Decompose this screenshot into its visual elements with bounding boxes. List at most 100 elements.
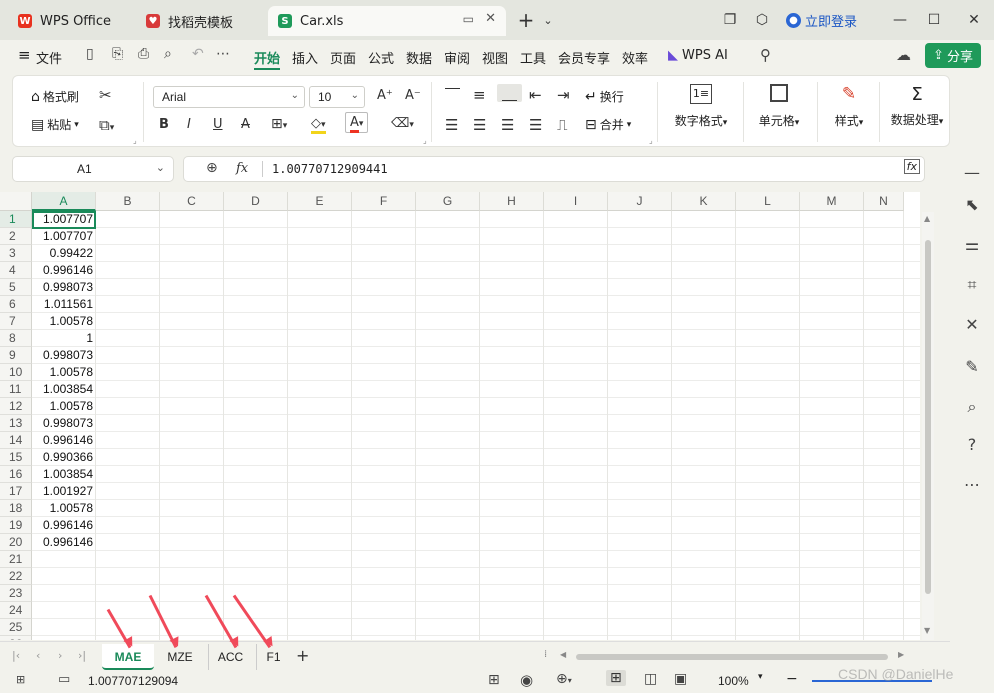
column-header-n[interactable]: N <box>864 192 904 211</box>
hamburger-icon[interactable]: ≡ <box>18 46 31 64</box>
column-header-d[interactable]: D <box>224 192 288 211</box>
share-button[interactable]: ⇪ 分享 <box>925 43 981 68</box>
row-header[interactable]: 25 <box>0 619 32 636</box>
help-icon[interactable]: ? <box>962 435 982 454</box>
cell-a16[interactable]: 1.003854 <box>32 466 96 483</box>
row-header[interactable]: 3 <box>0 245 32 262</box>
status-cell-icon[interactable]: ▭ <box>58 672 70 687</box>
cell-button[interactable]: 单元格▾ <box>751 84 807 129</box>
cell-a15[interactable]: 0.990366 <box>32 449 96 466</box>
fill-color-icon[interactable]: ◇▾ <box>311 116 326 134</box>
border-icon[interactable]: ⊞▾ <box>271 116 287 132</box>
column-header-e[interactable]: E <box>288 192 352 211</box>
page-break-icon[interactable]: ▣ <box>674 671 687 687</box>
align-top-icon[interactable]: ⎺ <box>445 86 460 104</box>
tab-wps-office[interactable]: W WPS Office <box>8 6 126 36</box>
print-icon[interactable]: ⎙ <box>138 46 149 62</box>
cell-a18[interactable]: 1.00578 <box>32 500 96 517</box>
clear-format-icon[interactable]: ⌫▾ <box>391 116 414 131</box>
close-tab-icon[interactable]: ✕ <box>485 11 496 26</box>
tab-car-xls[interactable]: S Car.xls ▭ ✕ <box>268 6 506 36</box>
maximize-icon[interactable]: ☐ <box>922 8 946 32</box>
row-header[interactable]: 17 <box>0 483 32 500</box>
indent-decrease-icon[interactable]: ⇤ <box>529 86 542 104</box>
cell-a6[interactable]: 1.011561 <box>32 296 96 313</box>
row-header[interactable]: 6 <box>0 296 32 313</box>
row-header[interactable]: 4 <box>0 262 32 279</box>
row-header[interactable]: 23 <box>0 585 32 602</box>
row-header[interactable]: 18 <box>0 500 32 517</box>
scroll-left-icon[interactable]: ◀ <box>560 650 566 659</box>
table-icon[interactable]: ⊞ <box>488 672 500 688</box>
distributed-icon[interactable]: ⎍ <box>557 116 568 134</box>
row-header[interactable]: 19 <box>0 517 32 534</box>
dialog-launcher-icon[interactable]: ⌟ <box>133 136 137 145</box>
row-header[interactable]: 11 <box>0 381 32 398</box>
cell-a17[interactable]: 1.001927 <box>32 483 96 500</box>
row-header[interactable]: 15 <box>0 449 32 466</box>
new-tab-icon[interactable]: + <box>514 8 538 32</box>
cell-a10[interactable]: 1.00578 <box>32 364 96 381</box>
row-header[interactable]: 7 <box>0 313 32 330</box>
cut-icon[interactable]: ✂ <box>99 86 112 104</box>
format-painter-button[interactable]: ⌂ 格式刷 <box>31 88 79 105</box>
font-size-select[interactable]: 10 ⌄ <box>309 86 365 108</box>
column-header-c[interactable]: C <box>160 192 224 211</box>
prev-sheet-icon[interactable]: ‹ <box>36 649 40 662</box>
justify-icon[interactable]: ☰ <box>529 116 542 134</box>
image-edit-icon[interactable]: ✎ <box>962 357 982 376</box>
normal-view-icon[interactable]: ⊞ <box>606 670 626 686</box>
column-header-k[interactable]: K <box>672 192 736 211</box>
strikethrough-icon[interactable]: A <box>241 117 250 132</box>
data-processing-button[interactable]: Σ 数据处理▾ <box>885 84 949 128</box>
row-header[interactable]: 20 <box>0 534 32 551</box>
tab-templates[interactable]: ♥ 找稻壳模板 <box>136 6 260 36</box>
bold-icon[interactable]: B <box>159 117 169 132</box>
align-bottom-icon[interactable]: ⎽ <box>497 84 523 102</box>
cell-a5[interactable]: 0.998073 <box>32 279 96 296</box>
align-left-icon[interactable]: ☰ <box>445 116 458 134</box>
menu-formula[interactable]: 公式 <box>368 48 394 67</box>
page-layout-icon[interactable]: ◫ <box>644 671 657 687</box>
scroll-right-icon[interactable]: ▶ <box>898 650 904 659</box>
column-header-l[interactable]: L <box>736 192 800 211</box>
cell-a9[interactable]: 0.998073 <box>32 347 96 364</box>
cell-a14[interactable]: 0.996146 <box>32 432 96 449</box>
italic-icon[interactable]: I <box>187 117 191 132</box>
zoom-dropdown-icon[interactable]: ▾ <box>758 672 763 682</box>
cell-a11[interactable]: 1.003854 <box>32 381 96 398</box>
menu-data[interactable]: 数据 <box>406 48 432 67</box>
row-header[interactable]: 16 <box>0 466 32 483</box>
decrease-font-icon[interactable]: A⁻ <box>405 88 421 103</box>
cell-a3[interactable]: 0.99422 <box>32 245 96 262</box>
sheet-tab-f1[interactable]: F1 <box>256 644 290 670</box>
crop-icon[interactable]: ⌗ <box>962 275 982 295</box>
select-all-corner[interactable] <box>0 192 32 211</box>
more-icon[interactable]: ⋯ <box>216 46 230 62</box>
zoom-level[interactable]: 100% <box>718 674 749 688</box>
menu-file[interactable]: 文件 <box>36 48 62 67</box>
scroll-thumb[interactable] <box>925 240 931 594</box>
fx-icon[interactable]: fx <box>236 161 248 176</box>
font-family-select[interactable]: Arial ⌄ <box>153 86 305 108</box>
column-header-b[interactable]: B <box>96 192 160 211</box>
column-header-j[interactable]: J <box>608 192 672 211</box>
more-options-icon[interactable]: ⋯ <box>962 475 982 494</box>
splitter-icon[interactable]: ⁞ <box>544 649 547 660</box>
paste-button[interactable]: ▤ 粘贴 ▾ <box>31 116 79 133</box>
menu-page[interactable]: 页面 <box>330 48 356 67</box>
style-button[interactable]: ✎ 样式▾ <box>823 84 875 129</box>
tools-icon[interactable]: ✕ <box>962 315 982 334</box>
eye-icon[interactable]: ◉ <box>520 671 533 689</box>
wps-ai-button[interactable]: ◣ WPS AI <box>668 48 728 63</box>
cloud-upload-icon[interactable]: ☁ <box>896 46 911 64</box>
undo-icon[interactable]: ↶ <box>192 46 204 62</box>
increase-font-icon[interactable]: A⁺ <box>377 88 393 103</box>
dialog-launcher-icon[interactable]: ⌟ <box>423 136 427 145</box>
horizontal-scroll-thumb[interactable] <box>576 654 888 660</box>
scroll-up-icon[interactable]: ▲ <box>924 214 930 223</box>
merge-button[interactable]: ⊟ 合并 ▾ <box>585 116 631 133</box>
column-header-g[interactable]: G <box>416 192 480 211</box>
align-middle-icon[interactable]: ≡ <box>473 86 486 104</box>
row-header[interactable]: 12 <box>0 398 32 415</box>
